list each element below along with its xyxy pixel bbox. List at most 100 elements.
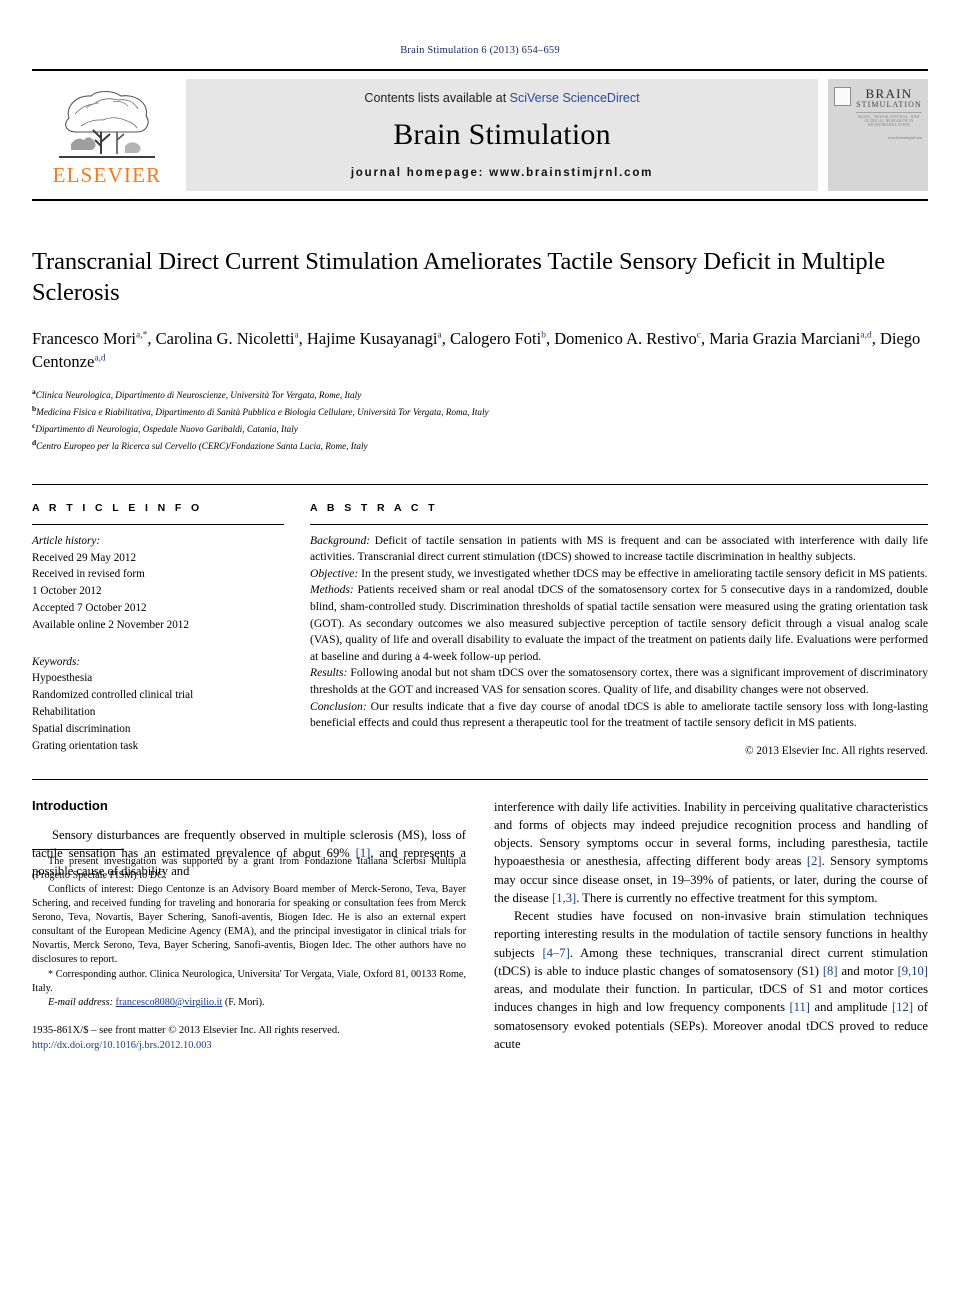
citation-link[interactable]: [11] — [789, 1000, 810, 1014]
abstract-section: Results: Following anodal but not sham t… — [310, 666, 928, 696]
doi-link[interactable]: http://dx.doi.org/10.1016/j.brs.2012.10.… — [32, 1039, 466, 1054]
author-affiliation-marker: c — [696, 330, 701, 341]
author-affiliation-marker: a,d — [94, 353, 106, 364]
author-name: Calogero Foti — [449, 328, 542, 348]
article-info-column: A R T I C L E I N F O Article history: R… — [32, 502, 284, 757]
author-name: Carolina G. Nicoletti — [155, 328, 295, 348]
body-divider — [32, 778, 928, 780]
abstract-section: Conclusion: Our results indicate that a … — [310, 699, 928, 730]
citation-link[interactable]: [9,10] — [898, 964, 928, 978]
keyword-item: Rehabilitation — [32, 705, 96, 718]
journal-title: Brain Stimulation — [393, 118, 611, 151]
abstract-section-label: Methods: — [310, 583, 354, 597]
running-head: Brain Stimulation 6 (2013) 654–659 — [400, 45, 560, 56]
author-affiliation-marker: a,* — [136, 330, 148, 341]
cover-url: www.brainstimjrnl.com — [887, 136, 922, 141]
body-columns: Introduction Sensory disturbances are fr… — [32, 798, 928, 1054]
cover-header: BRAIN STIMULATION BASIC, TRANSLATIONAL, … — [834, 87, 922, 127]
author-affiliation-marker: a — [437, 330, 442, 341]
article-info-divider — [32, 523, 284, 525]
citation-link[interactable]: [1,3] — [552, 891, 576, 905]
affiliation-item: aClinica Neurologica, Dipartimento di Ne… — [32, 386, 362, 400]
affiliation-marker: a — [32, 386, 36, 396]
article-history-item: 1 October 2012 — [32, 585, 102, 598]
keywords-list: Hypoesthesia Randomized controlled clinic… — [32, 670, 284, 754]
abstract-section: Objective: In the present study, we inve… — [310, 566, 928, 580]
introduction-heading: Introduction — [32, 797, 108, 813]
footnote-divider — [32, 848, 124, 850]
elsevier-wordmark: ELSEVIER — [52, 163, 162, 187]
keyword-item: Randomized controlled clinical trial — [32, 689, 194, 702]
author-affiliation-marker: a,d — [860, 330, 872, 341]
issn-block: 1935-861X/$ – see front matter © 2013 El… — [32, 1024, 466, 1053]
footnotes-block: The present investigation was supported … — [32, 848, 466, 1053]
abstract-section-label: Objective: — [310, 566, 359, 580]
citation-link[interactable]: [8] — [823, 964, 838, 978]
body-column-right: interference with daily life activities.… — [494, 798, 928, 1054]
abstract-section-label: Background: — [310, 533, 371, 547]
cover-subtitle: BASIC, TRANSLATIONAL, AND CLINICAL RESEA… — [858, 115, 920, 128]
email-suffix: (F. Mori). — [222, 996, 265, 1008]
footnote-corresponding-author: * Corresponding author. Clinica Neurolog… — [32, 968, 466, 994]
affiliation-item: cDipartimento di Neurologia, Ospedale Nu… — [32, 420, 298, 434]
citation-link[interactable]: [2] — [807, 854, 822, 868]
author-name: Domenico A. Restivo — [554, 328, 697, 348]
body-column-left: Introduction Sensory disturbances are fr… — [32, 798, 466, 1054]
keywords-label: Keywords: — [32, 655, 81, 668]
abstract-column: A B S T R A C T Background: Deficit of t… — [310, 502, 928, 757]
issn-line: 1935-861X/$ – see front matter © 2013 El… — [32, 1024, 340, 1036]
footnote-grant: The present investigation was supported … — [32, 855, 466, 882]
title-block: Transcranial Direct Current Stimulation … — [32, 247, 928, 454]
article-info-heading: A R T I C L E I N F O — [32, 501, 203, 514]
journal-homepage[interactable]: journal homepage: www.brainstimjrnl.com — [351, 167, 653, 179]
email-link[interactable]: francesco8080@virgilio.it — [116, 997, 223, 1008]
journal-cover-thumbnail: BRAIN STIMULATION BASIC, TRANSLATIONAL, … — [828, 79, 928, 191]
affiliation-marker: b — [32, 403, 37, 413]
info-abstract-section: A R T I C L E I N F O Article history: R… — [32, 483, 928, 757]
affiliation-item: bMedicina Fisica e Riabilitativa, Dipart… — [32, 403, 489, 417]
contents-prefix: Contents lists available at — [364, 91, 510, 105]
keyword-item: Spatial discrimination — [32, 722, 131, 735]
article-history-item: Received 29 May 2012 — [32, 551, 137, 564]
article-history-item: Received in revised form — [32, 568, 145, 581]
keyword-item: Hypoesthesia — [32, 672, 93, 685]
citation-link[interactable]: [12] — [892, 1000, 913, 1014]
author-name: Hajime Kusayanagi — [306, 328, 438, 348]
article-history-item: Accepted 7 October 2012 — [32, 601, 147, 614]
abstract-section: Background: Deficit of tactile sensation… — [310, 533, 928, 564]
abstract-body: Background: Deficit of tactile sensation… — [310, 533, 928, 732]
sciencedirect-link[interactable]: SciVerse ScienceDirect — [510, 91, 640, 105]
email-label: E-mail address: — [48, 996, 113, 1008]
abstract-divider — [310, 523, 928, 525]
article-history-item: Available online 2 November 2012 — [32, 618, 189, 631]
cover-elsevier-mark-icon — [834, 87, 851, 106]
article-history-list: Received 29 May 2012 Received in revised … — [32, 550, 284, 634]
journal-masthead: ELSEVIER Contents lists available at Sci… — [32, 69, 928, 201]
keyword-item: Grating orientation task — [32, 739, 139, 752]
abstract-heading: A B S T R A C T — [310, 501, 438, 514]
author-name: Francesco Mori — [32, 328, 137, 348]
affiliation-item: dCentro Europeo per la Ricerca sul Cerve… — [32, 437, 368, 451]
keywords-block: Keywords: Hypoesthesia Randomized control… — [32, 654, 284, 755]
elsevier-logo: ELSEVIER — [32, 71, 182, 199]
article-history-label: Article history: — [32, 534, 101, 547]
footnote-email: E-mail address: francesco8080@virgilio.i… — [32, 996, 466, 1010]
abstract-section: Methods: Patients received sham or real … — [310, 583, 928, 663]
author-list: Francesco Moria,*, Carolina G. Nicoletti… — [32, 328, 921, 372]
abstract-section-label: Results: — [310, 666, 348, 680]
elsevier-tree-icon — [59, 90, 155, 158]
author-affiliation-marker: b — [541, 330, 546, 341]
cover-title-line1: BRAIN — [865, 86, 913, 101]
journal-banner: Contents lists available at SciVerse Sci… — [186, 79, 818, 191]
cover-title-group: BRAIN STIMULATION BASIC, TRANSLATIONAL, … — [856, 87, 922, 127]
abstract-copyright: © 2013 Elsevier Inc. All rights reserved… — [744, 744, 928, 757]
cover-title-line2: STIMULATION — [856, 100, 922, 109]
affiliation-marker: c — [32, 420, 36, 430]
intro-paragraph-right-2: Recent studies have focused on non-invas… — [494, 909, 929, 1051]
abstract-section-label: Conclusion: — [310, 699, 367, 713]
contents-available-line: Contents lists available at SciVerse Sci… — [364, 91, 639, 105]
footnote-conflicts: Conflicts of interest: Diego Centonze is… — [32, 884, 466, 966]
citation-link[interactable]: [4–7] — [542, 946, 569, 960]
affiliation-list: aClinica Neurologica, Dipartimento di Ne… — [32, 386, 928, 454]
affiliation-marker: d — [32, 437, 37, 447]
